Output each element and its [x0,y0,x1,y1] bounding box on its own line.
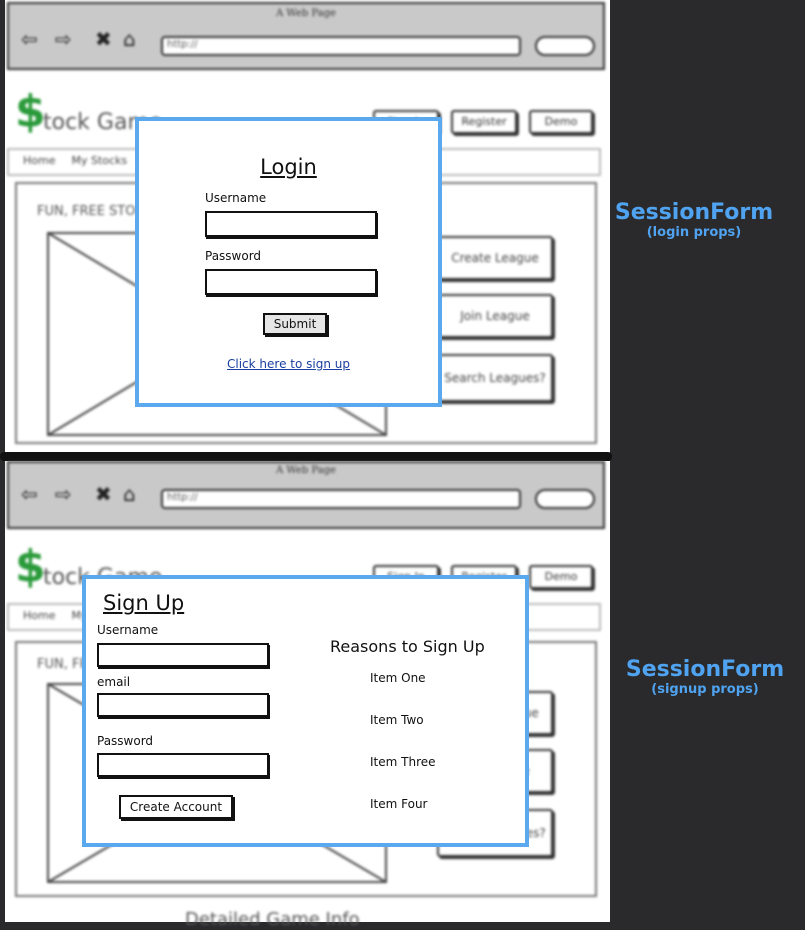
footer-heading: Detailed Game Info [185,909,360,930]
back-icon[interactable]: ⇦ [21,28,38,50]
logo-dollar: $ [15,86,46,137]
login-modal: Login Username Password Submit Click her… [135,117,442,407]
reason-item-1: Item One [370,671,426,685]
home-icon[interactable]: ⌂ [123,28,136,50]
signup-username-input[interactable] [97,643,269,667]
window-title-2: A Web Page [276,465,336,476]
browser-chrome: A Web Page ⇦ ⇨ ✖ ⌂ http:// [7,2,605,70]
login-password-input[interactable] [205,269,377,295]
header-button-register[interactable]: Register [451,110,517,134]
forward-icon[interactable]: ⇨ [55,483,72,505]
signup-password-input[interactable] [97,753,269,777]
divider-line [0,452,612,461]
annotation-signup-sub: (signup props) [651,682,759,697]
signup-mockup: A Web Page ⇦ ⇨ ✖ ⌂ http:// $ tock Game S… [5,461,610,930]
signup-link[interactable]: Click here to sign up [139,357,438,371]
reason-item-3: Item Three [370,755,436,769]
signup-password-label: Password [97,734,154,748]
url-bar-2[interactable]: http:// [161,489,521,509]
login-password-label: Password [205,249,262,263]
reason-item-2: Item Two [370,713,424,727]
annotation-login-title: SessionForm [614,200,774,225]
annotation-signup-title: SessionForm [625,657,785,682]
nav-my-stocks[interactable]: My Stocks [71,154,127,167]
annotation-login-sub: (login props) [646,225,742,240]
create-league-button[interactable]: Create League [437,236,553,280]
login-mockup: A Web Page ⇦ ⇨ ✖ ⌂ http:// $ tock Game S… [5,0,610,458]
forward-icon[interactable]: ⇨ [55,28,72,50]
nav-home[interactable]: Home [23,154,55,167]
login-title: Login [260,155,317,179]
signup-title: Sign Up [103,591,185,615]
home-icon[interactable]: ⌂ [123,483,136,505]
search-box[interactable] [535,36,595,56]
close-icon[interactable]: ✖ [95,483,112,505]
reason-item-4: Item Four [370,797,428,811]
search-leagues-button[interactable]: Search Leagues? [437,354,553,402]
back-icon[interactable]: ⇦ [21,483,38,505]
join-league-button[interactable]: Join League [437,294,553,338]
login-username-label: Username [205,191,267,205]
annotation-login: SessionForm (login props) [612,200,776,240]
nav-home[interactable]: Home [23,609,55,622]
header-button-demo[interactable]: Demo [529,110,593,134]
url-bar[interactable]: http:// [161,36,521,56]
logo-dollar-2: $ [15,541,46,592]
login-submit-button[interactable]: Submit [263,313,327,335]
create-account-button[interactable]: Create Account [119,795,233,819]
browser-chrome-2: A Web Page ⇦ ⇨ ✖ ⌂ http:// [7,461,605,529]
signup-username-label: Username [97,623,159,637]
window-title: A Web Page [276,8,336,19]
annotation-signup: SessionForm (signup props) [620,657,790,697]
reasons-title: Reasons to Sign Up [330,637,485,656]
search-box-2[interactable] [535,489,595,509]
close-icon[interactable]: ✖ [95,28,112,50]
signup-modal: Sign Up Username email Password Create A… [82,575,529,847]
signup-email-input[interactable] [97,693,269,717]
header-button-demo-2[interactable]: Demo [529,565,593,589]
login-username-input[interactable] [205,211,377,237]
signup-email-label: email [97,675,131,689]
